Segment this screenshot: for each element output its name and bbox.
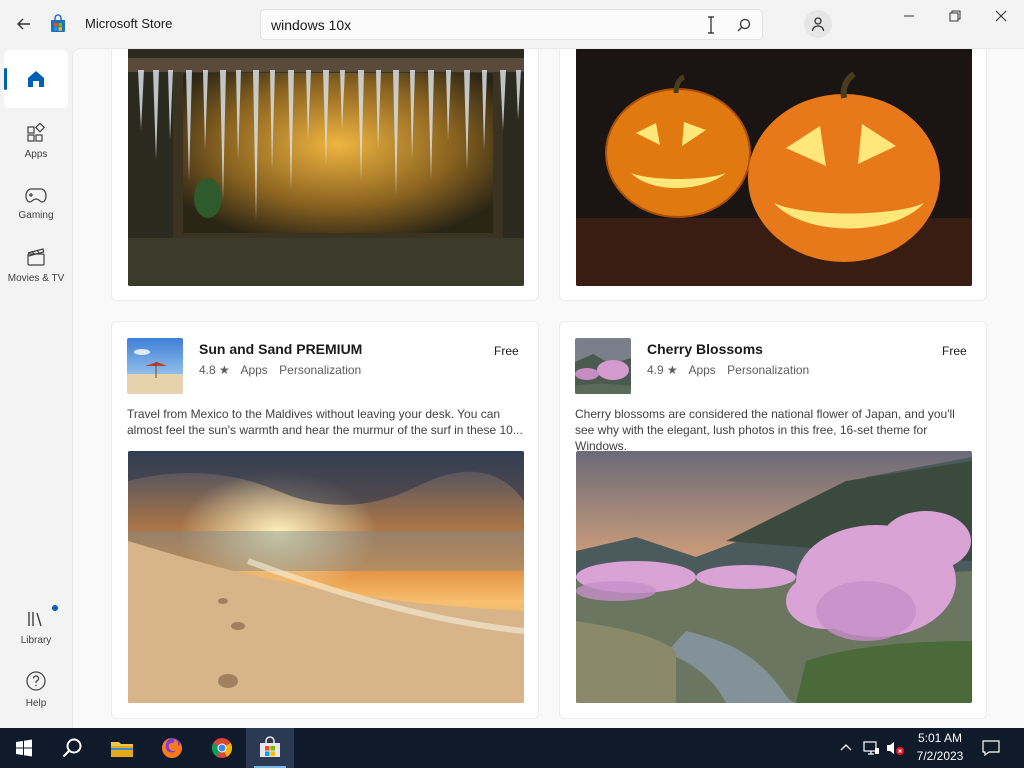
sidebar-item-home[interactable] [4,50,68,108]
taskbar-chrome[interactable] [198,728,246,768]
search-icon[interactable] [736,17,752,33]
app-meta: 4.9 ★ Apps Personalization [647,363,817,377]
taskbar-file-explorer[interactable] [98,728,146,768]
sidebar-item-help[interactable]: Help [4,660,68,718]
beach-sunset-image [128,451,524,703]
sidebar-item-apps[interactable]: Apps [4,112,68,170]
app-description: Travel from Mexico to the Maldives witho… [127,407,523,437]
subcategory: Personalization [279,363,362,377]
clock-date[interactable]: 7/2/2023 [910,749,970,763]
clock-time[interactable]: 5:01 AM [910,731,970,745]
app-description: Cherry blossoms are considered the natio… [575,407,955,453]
restore-icon [949,10,961,22]
movies-icon [27,247,45,266]
cherry-blossom-valley-image [576,451,972,703]
start-button[interactable] [0,728,48,768]
product-card-cherry-blossoms[interactable]: Cherry Blossoms 4.9 ★ Apps Personalizati… [559,321,987,719]
app-title[interactable]: Sun and Sand PREMIUM [199,341,362,357]
app-thumbnail-sun-and-sand [127,338,183,394]
apps-icon [27,122,46,142]
sidebar-item-gaming[interactable]: Gaming [4,174,68,232]
minimize-icon [904,15,914,17]
network-icon[interactable] [862,740,880,756]
volume-muted-icon[interactable] [885,740,905,756]
sidebar-item-label: Gaming [18,209,54,221]
close-icon [995,10,1007,22]
subcategory: Personalization [727,363,810,377]
title-bar: Microsoft Store [0,0,1024,48]
category: Apps [688,363,716,377]
firefox-icon [162,738,182,758]
rating: 4.8 ★ [199,363,230,377]
update-badge [52,605,58,611]
price-label: Free [942,344,967,358]
search-input[interactable] [271,16,711,34]
chevron-up-icon[interactable] [840,742,852,754]
search-icon [62,738,82,758]
help-icon [26,670,46,691]
notifications-icon[interactable] [982,740,1000,756]
file-explorer-icon [111,742,133,757]
close-button[interactable] [978,0,1024,32]
content-area: Sun and Sand PREMIUM 4.8 ★ Apps Personal… [72,48,1024,728]
rating: 4.9 ★ [647,363,678,377]
store-logo-icon [51,14,65,32]
active-indicator [4,68,7,90]
app-title[interactable]: Cherry Blossoms [647,341,763,357]
gamepad-icon [25,187,47,203]
search-box[interactable] [260,9,763,40]
app-meta: 4.8 ★ Apps Personalization [199,363,369,377]
user-icon [811,17,825,32]
sidebar-item-label: Library [20,634,52,646]
chrome-icon [211,738,233,758]
text-cursor-icon [708,16,714,34]
home-icon [28,71,44,87]
account-avatar-button[interactable] [804,10,832,38]
sidebar-item-movies[interactable]: Movies & TV [4,236,68,294]
app-title: Microsoft Store [85,16,173,31]
sidebar-item-label: Movies & TV [7,272,65,284]
icicles-window-image [128,49,524,286]
taskbar-firefox[interactable] [148,728,196,768]
maximize-button[interactable] [932,0,978,32]
back-arrow-icon [17,18,30,30]
sidebar: Apps Gaming Movies & TV Library Help [0,48,72,728]
sidebar-item-label: Apps [24,148,48,160]
category: Apps [240,363,268,377]
taskbar-microsoft-store[interactable] [246,728,294,768]
jack-o-lanterns-image [576,49,972,286]
product-card-sun-and-sand[interactable]: Sun and Sand PREMIUM 4.8 ★ Apps Personal… [111,321,539,719]
product-card[interactable] [559,49,987,301]
microsoft-store-icon [260,736,280,757]
back-button[interactable] [10,10,38,38]
taskbar-search-button[interactable] [48,728,96,768]
library-icon [28,611,42,626]
start-icon [16,739,32,757]
taskbar: 5:01 AM 7/2/2023 [0,728,1024,768]
app-thumbnail-cherry-blossoms [575,338,631,394]
product-card[interactable] [111,49,539,301]
sidebar-item-library[interactable]: Library [4,598,68,656]
price-label: Free [494,344,519,358]
sidebar-item-label: Help [25,697,47,709]
minimize-button[interactable] [886,0,932,32]
